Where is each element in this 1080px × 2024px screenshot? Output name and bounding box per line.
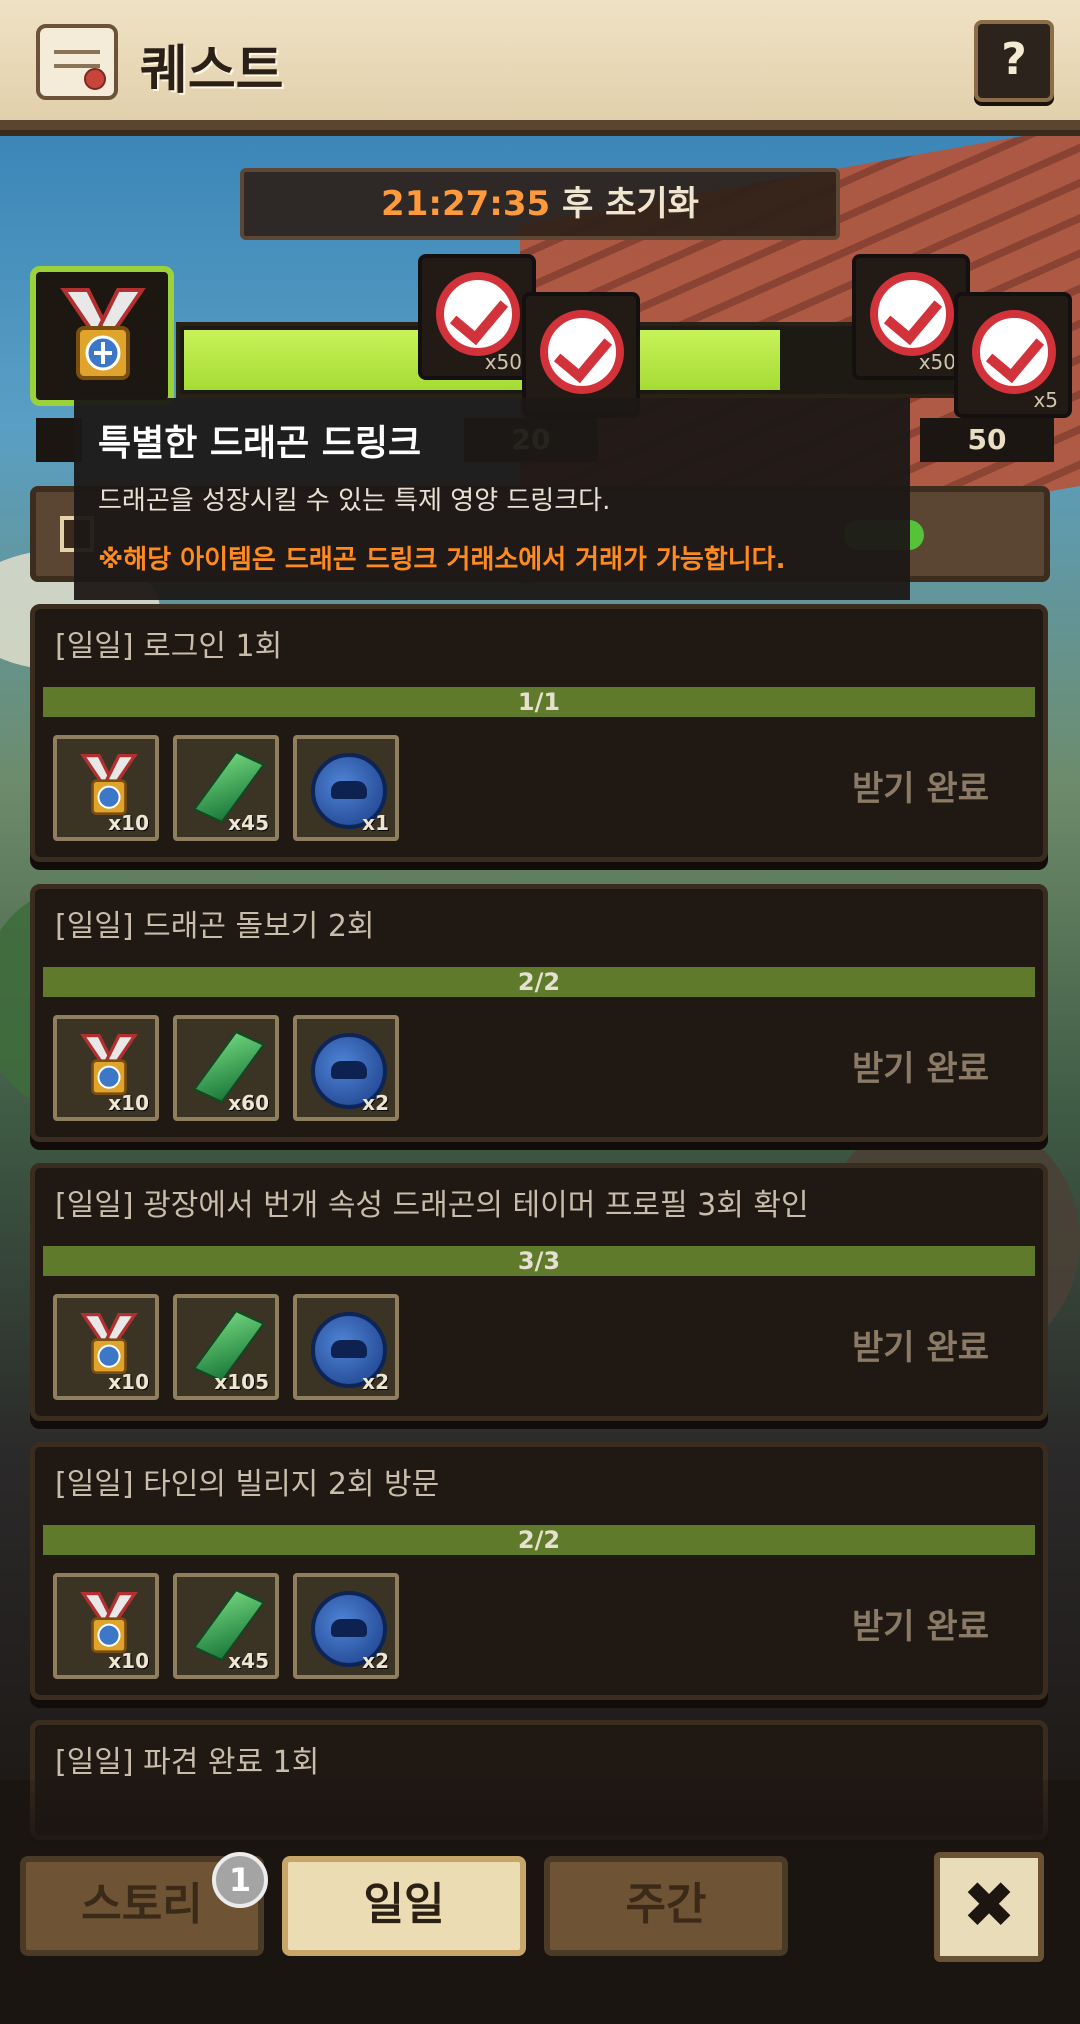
quest-progress-text: 2/2 xyxy=(517,968,561,996)
quest-progress-bar: 2/2 xyxy=(43,967,1035,997)
reward-medal[interactable]: x10 xyxy=(53,1294,159,1400)
milestone-reward-4[interactable]: x5 xyxy=(954,292,1072,418)
timer-suffix: 후 초기화 xyxy=(550,184,699,224)
reward-medal[interactable]: x10 xyxy=(53,735,159,841)
claimed-status: 받기 완료 xyxy=(852,1049,989,1089)
claimed-check-icon xyxy=(870,272,954,356)
reward-coin[interactable]: x1 xyxy=(293,735,399,841)
quest-title: [일일] 파견 완료 1회 xyxy=(55,1745,320,1780)
reward-qty: x105 xyxy=(214,1370,269,1394)
milestone-qty: x5 xyxy=(1033,388,1058,412)
scroll-seal xyxy=(84,68,106,90)
quest-title: [일일] 광장에서 번개 속성 드래곤의 테이머 프로필 3회 확인 xyxy=(55,1188,809,1223)
close-button[interactable]: ✖ xyxy=(934,1852,1044,1962)
reward-qty: x45 xyxy=(228,1649,269,1673)
claimed-status: 받기 완료 xyxy=(852,1607,989,1647)
notification-badge: 1 xyxy=(212,1852,268,1908)
medal-icon xyxy=(80,753,138,816)
reward-qty: x10 xyxy=(108,811,149,835)
milestone-reward-1[interactable]: x50 xyxy=(418,254,536,380)
scroll-icon xyxy=(36,24,118,100)
milestone-qty: x50 xyxy=(918,350,956,374)
milestone-reward-3[interactable]: x50 xyxy=(852,254,970,380)
progress-medal-box[interactable] xyxy=(30,266,174,406)
claimed-status: 받기 완료 xyxy=(852,1328,989,1368)
reward-coin[interactable]: x2 xyxy=(293,1015,399,1121)
medal-icon xyxy=(60,288,146,380)
reward-qty: x60 xyxy=(228,1091,269,1115)
reward-medal[interactable]: x10 xyxy=(53,1573,159,1679)
timer-time: 21:27:35 xyxy=(381,184,551,224)
quest-progress-bar: 3/3 xyxy=(43,1246,1035,1276)
claimed-check-icon xyxy=(972,310,1056,394)
quest-card: [일일] 광장에서 번개 속성 드래곤의 테이머 프로필 3회 확인 3/3 x… xyxy=(30,1163,1048,1421)
claimed-status: 받기 완료 xyxy=(852,769,989,809)
quest-progress-bar: 1/1 xyxy=(43,687,1035,717)
quest-card: [일일] 드래곤 돌보기 2회 2/2 x10 x60 x2 받기 완료 xyxy=(30,884,1048,1142)
reward-coin[interactable]: x2 xyxy=(293,1294,399,1400)
quest-progress-text: 3/3 xyxy=(517,1247,561,1275)
item-tooltip: 특별한 드래곤 드링크 드래곤을 성장시킬 수 있는 특제 영양 드링크다. ※… xyxy=(74,398,910,600)
reward-qty: x10 xyxy=(108,1091,149,1115)
quest-title: [일일] 타인의 빌리지 2회 방문 xyxy=(55,1467,440,1502)
tab-weekly[interactable]: 주간 xyxy=(544,1856,788,1956)
quest-title: [일일] 드래곤 돌보기 2회 xyxy=(55,909,375,944)
medal-icon xyxy=(80,1312,138,1375)
quest-progress-text: 1/1 xyxy=(517,688,561,716)
reward-qty: x45 xyxy=(228,811,269,835)
page-title: 퀘스트 xyxy=(140,41,284,101)
reward-qty: x2 xyxy=(362,1649,389,1673)
help-button[interactable]: ? xyxy=(974,20,1054,102)
claimed-check-icon xyxy=(436,272,520,356)
header-bar: 퀘스트 ? xyxy=(0,0,1080,130)
claimed-check-icon xyxy=(540,310,624,394)
quest-card: [일일] 타인의 빌리지 2회 방문 2/2 x10 x45 x2 받기 완료 xyxy=(30,1442,1048,1700)
reward-qty: x10 xyxy=(108,1370,149,1394)
reward-gem[interactable]: x105 xyxy=(173,1294,279,1400)
tooltip-description: 드래곤을 성장시킬 수 있는 특제 영양 드링크다. xyxy=(98,486,611,516)
quest-progress-text: 2/2 xyxy=(517,1526,561,1554)
tooltip-note: ※해당 아이템은 드래곤 드링크 거래소에서 거래가 가능합니다. xyxy=(98,545,786,575)
reward-gem[interactable]: x60 xyxy=(173,1015,279,1121)
milestone-qty: x50 xyxy=(484,350,522,374)
reward-qty: x10 xyxy=(108,1649,149,1673)
tooltip-title: 특별한 드래곤 드링크 xyxy=(98,423,422,464)
reward-medal[interactable]: x10 xyxy=(53,1015,159,1121)
medal-icon xyxy=(80,1591,138,1654)
progress-mark-50: 50 xyxy=(920,418,1054,462)
reset-timer: 21:27:35 후 초기화 xyxy=(240,168,840,240)
medal-icon xyxy=(80,1033,138,1096)
reward-qty: x2 xyxy=(362,1370,389,1394)
reward-gem[interactable]: x45 xyxy=(173,735,279,841)
reward-coin[interactable]: x2 xyxy=(293,1573,399,1679)
reward-qty: x1 xyxy=(362,811,389,835)
reward-gem[interactable]: x45 xyxy=(173,1573,279,1679)
tab-daily[interactable]: 일일 xyxy=(282,1856,526,1956)
quest-card: [일일] 로그인 1회 1/1 x10 x45 x1 받기 완료 xyxy=(30,604,1048,862)
quest-title: [일일] 로그인 1회 xyxy=(55,629,283,664)
quest-progress-bar: 2/2 xyxy=(43,1525,1035,1555)
reward-qty: x2 xyxy=(362,1091,389,1115)
